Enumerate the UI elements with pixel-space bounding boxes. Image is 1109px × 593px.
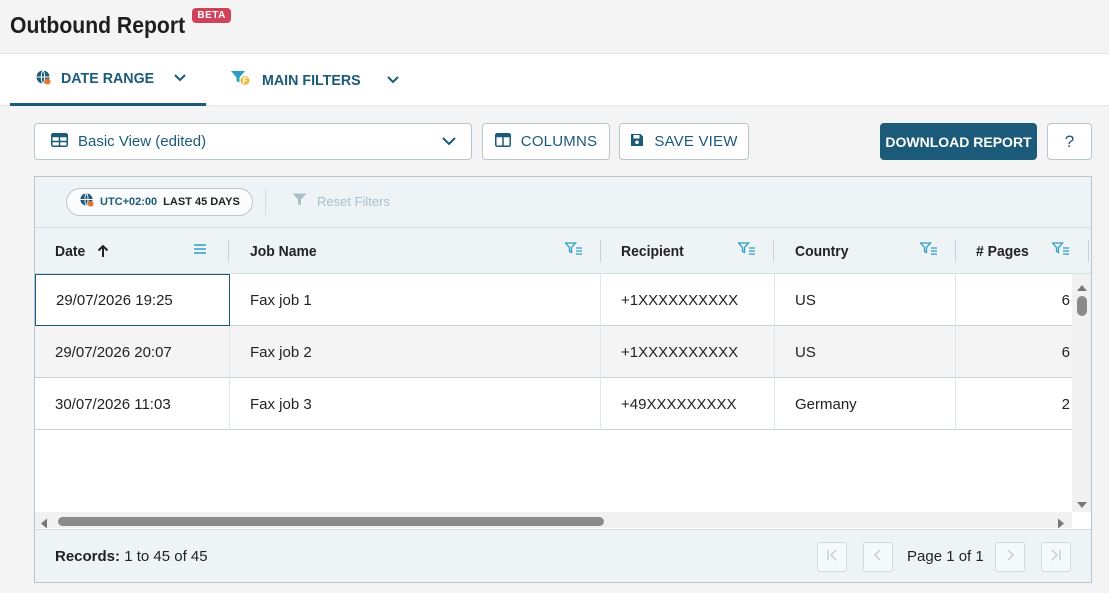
chevron-down-icon — [386, 72, 400, 89]
cell-pages[interactable]: 6 — [956, 274, 1072, 326]
table-row[interactable]: 29/07/2026 19:25 Fax job 1 +1XXXXXXXXXX … — [35, 274, 1072, 326]
cell-country[interactable]: US — [775, 274, 956, 326]
tab-main-filters[interactable]: F MAIN FILTERS — [230, 54, 400, 106]
column-header-pages[interactable]: # Pages — [976, 228, 1033, 274]
range-label: LAST 45 DAYS — [163, 196, 240, 208]
table-icon — [51, 132, 68, 151]
columns-button-label: COLUMNS — [520, 133, 598, 150]
cell-recipient[interactable]: +1XXXXXXXXXX — [601, 326, 775, 378]
column-header-recipient[interactable]: Recipient — [621, 228, 689, 274]
records-summary: Records: 1 to 45 of 45 — [55, 548, 208, 565]
cell-recipient[interactable]: +1XXXXXXXXXX — [601, 274, 775, 326]
column-header-job-name[interactable]: Job Name — [250, 228, 322, 274]
filter-bar: DATE RANGE F MAIN FILTERS — [0, 53, 1109, 106]
column-filter-icon[interactable] — [564, 242, 583, 261]
column-header-label: Recipient — [621, 242, 684, 260]
cell-date[interactable]: 29/07/2026 19:25 — [35, 274, 230, 326]
column-divider — [1088, 240, 1089, 262]
page-title: Outbound Report — [10, 12, 186, 38]
reset-filters-label: Reset Filters — [317, 193, 390, 209]
first-page-icon — [826, 548, 838, 566]
save-view-button-label: SAVE VIEW — [654, 133, 738, 150]
sort-ascending-icon — [96, 243, 110, 259]
column-header-date[interactable]: Date — [55, 228, 110, 274]
timezone-label: UTC+02:00 — [100, 196, 158, 208]
column-header-label: Job Name — [250, 242, 317, 260]
toolbar-divider — [265, 189, 266, 215]
cell-job-name[interactable]: Fax job 2 — [230, 326, 601, 378]
vertical-scroll-thumb[interactable] — [1077, 296, 1087, 316]
last-page-button[interactable] — [1041, 542, 1071, 572]
column-divider — [955, 240, 956, 262]
columns-icon — [494, 132, 511, 151]
chevron-down-icon — [441, 134, 457, 151]
first-page-button[interactable] — [817, 542, 847, 572]
cell-country[interactable]: US — [775, 326, 956, 378]
cell-job-name[interactable]: Fax job 3 — [230, 378, 601, 430]
next-page-button[interactable] — [995, 542, 1025, 572]
scroll-up-icon[interactable] — [1076, 279, 1088, 297]
view-select[interactable]: Basic View (edited) — [34, 123, 472, 160]
column-header-label: Date — [55, 242, 86, 260]
save-icon — [630, 133, 644, 151]
previous-page-button[interactable] — [863, 542, 893, 572]
cell-country[interactable]: Germany — [775, 378, 956, 430]
filter-icon — [292, 193, 307, 209]
column-header-label: # Pages — [976, 242, 1029, 260]
grid-header: Date Job Name Recipient Country # Pages — [35, 228, 1091, 274]
beta-badge: BETA — [192, 8, 231, 23]
grid-body: 29/07/2026 19:25 Fax job 1 +1XXXXXXXXXX … — [35, 274, 1072, 512]
last-page-icon — [1050, 548, 1062, 566]
filter-icon: F — [230, 69, 252, 91]
chevron-down-icon — [173, 70, 187, 87]
tab-date-range-label: DATE RANGE — [61, 70, 155, 87]
column-filter-icon[interactable] — [1051, 242, 1070, 261]
view-select-value: Basic View (edited) — [78, 133, 207, 150]
svg-text:F: F — [242, 77, 247, 86]
tab-date-range[interactable]: DATE RANGE — [10, 54, 206, 106]
column-header-country[interactable]: Country — [795, 228, 853, 274]
reset-filters-button[interactable]: Reset Filters — [292, 193, 390, 209]
page-indicator: Page 1 of 1 — [907, 548, 984, 565]
download-report-button[interactable]: DOWNLOAD REPORT — [880, 123, 1037, 160]
globe-icon — [79, 192, 94, 212]
cell-pages[interactable]: 6 — [956, 326, 1072, 378]
cell-date[interactable]: 29/07/2026 20:07 — [35, 326, 230, 378]
column-filter-icon[interactable] — [737, 242, 756, 261]
globe-icon — [35, 69, 51, 89]
table-row[interactable]: 30/07/2026 11:03 Fax job 3 +49XXXXXXXXX … — [35, 378, 1072, 430]
records-value: 1 to 45 of 45 — [124, 548, 208, 565]
help-button[interactable]: ? — [1047, 123, 1092, 160]
date-range-chip[interactable]: UTC+02:00 LAST 45 DAYS — [66, 188, 253, 216]
column-divider — [773, 240, 774, 262]
column-divider — [600, 240, 601, 262]
save-view-button[interactable]: SAVE VIEW — [619, 123, 749, 160]
chevron-right-icon — [1004, 548, 1016, 566]
column-header-label: Country — [795, 242, 849, 260]
vertical-scrollbar[interactable] — [1072, 274, 1091, 514]
main-content: Basic View (edited) COLUMNS SAVE VIEW DO… — [10, 106, 1109, 593]
cell-date[interactable]: 30/07/2026 11:03 — [35, 378, 230, 430]
records-label: Records: — [55, 548, 121, 565]
column-divider — [228, 240, 229, 262]
chevron-left-icon — [872, 548, 884, 566]
column-menu-icon[interactable] — [193, 242, 207, 261]
horizontal-scrollbar[interactable] — [35, 512, 1072, 529]
grid-toolbar: UTC+02:00 LAST 45 DAYS Reset Filters — [35, 177, 1091, 228]
tab-main-filters-label: MAIN FILTERS — [262, 71, 361, 89]
horizontal-scroll-thumb[interactable] — [58, 517, 604, 526]
scroll-down-icon[interactable] — [1076, 496, 1088, 514]
cell-recipient[interactable]: +49XXXXXXXXX — [601, 378, 775, 430]
cell-pages[interactable]: 2 — [956, 378, 1072, 430]
cell-job-name[interactable]: Fax job 1 — [230, 274, 601, 326]
grid-footer: Records: 1 to 45 of 45 Page 1 of 1 — [35, 529, 1091, 582]
title-row: Outbound Report BETA — [10, 8, 231, 44]
column-filter-icon[interactable] — [919, 242, 938, 261]
report-grid: UTC+02:00 LAST 45 DAYS Reset Filters Dat… — [34, 176, 1092, 583]
table-row[interactable]: 29/07/2026 20:07 Fax job 2 +1XXXXXXXXXX … — [35, 326, 1072, 378]
columns-button[interactable]: COLUMNS — [482, 123, 610, 160]
